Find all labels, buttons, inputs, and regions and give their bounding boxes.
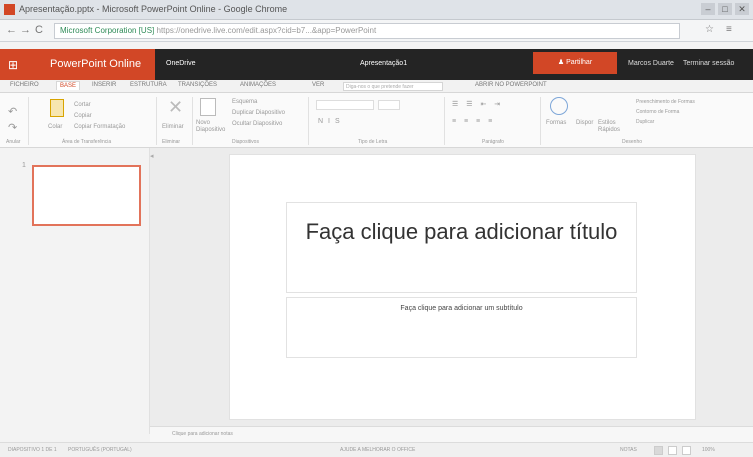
tab-home[interactable]: BASE [56, 81, 81, 90]
document-title[interactable]: Apresentação1 [360, 60, 407, 67]
forward-icon[interactable]: → [20, 24, 31, 36]
language-label: PORTUGUÊS (PORTUGAL) [68, 447, 132, 453]
paste-icon[interactable] [50, 99, 64, 117]
font-size-select[interactable] [378, 100, 400, 110]
font-family-select[interactable] [316, 100, 374, 110]
new-slide-icon[interactable] [200, 98, 216, 116]
delete-icon[interactable]: ✕ [168, 97, 183, 118]
url-text: https://onedrive.live.com/edit.aspx?cid=… [156, 26, 377, 35]
clipboard-group-label: Área de Transferência [62, 139, 112, 145]
slide-thumbnail[interactable] [32, 165, 141, 226]
copy-button[interactable]: Copiar [74, 113, 92, 119]
browser-toolbar: ← → C Microsoft Corporation [US] https:/… [0, 20, 753, 42]
reload-icon[interactable]: C [35, 24, 43, 36]
tab-transitions[interactable]: TRANSIÇÕES [178, 82, 217, 88]
maximize-button[interactable]: □ [718, 3, 732, 15]
bookmark-star-icon[interactable]: ☆ [705, 24, 714, 35]
format-painter-button[interactable]: Copiar Formatação [74, 124, 125, 130]
paragraph-group-label: Parágrafo [482, 139, 504, 145]
slide-canvas[interactable]: Faça clique para adicionar título Faça c… [229, 154, 696, 420]
divider [28, 97, 29, 145]
notes-toggle[interactable]: NOTAS [620, 447, 637, 453]
list-buttons[interactable]: ☰ ☰ ⇤ ⇥ [452, 100, 503, 108]
ribbon-tabs: FICHEIRO BASE INSERIR ESTRUTURA TRANSIÇÕ… [0, 80, 753, 93]
font-format-buttons[interactable]: NIS [318, 118, 345, 125]
tab-insert[interactable]: INSERIR [92, 82, 116, 88]
reading-view-icon[interactable] [668, 446, 677, 455]
app-brand: ⊞ PowerPoint Online [0, 49, 155, 80]
slide-number: 1 [22, 162, 26, 169]
slide-thumbnail-pane: 1 [0, 148, 150, 434]
zoom-level[interactable]: 100% [702, 447, 715, 453]
tell-me-input[interactable]: Diga-nos o que pretende fazer [343, 82, 443, 91]
address-bar[interactable]: Microsoft Corporation [US] https://onedr… [54, 23, 680, 39]
open-in-desktop-button[interactable]: ABRIR NO POWERPOINT [475, 82, 547, 88]
app-name[interactable]: PowerPoint Online [50, 58, 141, 70]
browser-title-bar: Apresentação.pptx - Microsoft PowerPoint… [0, 0, 753, 20]
duplicate-slide-button[interactable]: Duplicar Diapositivo [232, 110, 285, 116]
drawing-group-label: Desenho [622, 139, 643, 145]
divider [444, 97, 445, 145]
secure-site-label: Microsoft Corporation [US] [60, 26, 155, 35]
window-controls: – □ ✕ [701, 3, 749, 15]
shapes-button[interactable]: Formas [546, 120, 566, 126]
slide-count: DIAPOSITIVO 1 DE 1 [8, 447, 57, 453]
collapse-pane-icon[interactable]: ◂ [150, 152, 154, 160]
onedrive-link[interactable]: OneDrive [166, 60, 196, 67]
delete-label[interactable]: Eliminar [162, 124, 184, 130]
delete-group-label: Eliminar [162, 139, 181, 145]
close-button[interactable]: ✕ [735, 3, 749, 15]
user-name[interactable]: Marcos Duarte [628, 60, 674, 67]
back-icon[interactable]: ← [6, 24, 17, 36]
powerpoint-favicon-icon [4, 4, 15, 15]
new-slide-button[interactable]: Novo Diapositivo [196, 120, 225, 134]
divider [192, 97, 193, 145]
subtitle-placeholder[interactable]: Faça clique para adicionar um subtítulo [286, 297, 637, 358]
divider [156, 97, 157, 145]
layout-button[interactable]: Esquema [232, 99, 257, 105]
slides-group-label: Diapositivos [232, 139, 259, 145]
status-bar: DIAPOSITIVO 1 DE 1 PORTUGUÊS (PORTUGAL) … [0, 442, 753, 457]
browser-menu-icon[interactable]: ≡ [726, 24, 732, 35]
ribbon: ↶ ↷ Anular Colar Cortar Copiar Copiar Fo… [0, 93, 753, 148]
notes-placeholder: Clique para adicionar notas [172, 431, 233, 437]
share-button[interactable]: ♟ Partilhar [533, 52, 617, 74]
normal-view-icon[interactable] [654, 446, 663, 455]
sign-out-link[interactable]: Terminar sessão [683, 60, 734, 67]
hide-slide-button[interactable]: Ocultar Diapositivo [232, 121, 282, 127]
tab-design[interactable]: ESTRUTURA [130, 82, 167, 88]
person-icon: ♟ [557, 59, 567, 66]
tab-animations[interactable]: ANIMAÇÕES [240, 82, 276, 88]
minimize-button[interactable]: – [701, 3, 715, 15]
shape-fill-button[interactable]: Preenchimento de Formas [636, 99, 695, 105]
office-header: ⊞ PowerPoint Online OneDrive Apresentaçã… [0, 49, 753, 80]
share-label: Partilhar [566, 59, 593, 66]
quick-styles-button[interactable]: Estilos Rápidos [598, 120, 622, 134]
duplicate-shape-button[interactable]: Duplicar [636, 119, 654, 125]
notes-pane[interactable]: Clique para adicionar notas [150, 426, 753, 442]
arrange-button[interactable]: Dispor [576, 120, 593, 126]
divider [308, 97, 309, 145]
tab-view[interactable]: VER [312, 82, 324, 88]
cut-button[interactable]: Cortar [74, 102, 91, 108]
shapes-icon[interactable] [550, 97, 568, 115]
undo-icon[interactable]: ↶ [8, 105, 17, 118]
font-group-label: Tipo de Letra [358, 139, 388, 145]
align-buttons[interactable]: ≡ ≡ ≡ ≡ [452, 118, 495, 125]
title-placeholder[interactable]: Faça clique para adicionar título [286, 202, 637, 293]
shape-outline-button[interactable]: Contorno de Forma [636, 109, 679, 115]
tab-file[interactable]: FICHEIRO [10, 82, 39, 88]
divider [540, 97, 541, 145]
redo-icon[interactable]: ↷ [8, 121, 17, 134]
help-improve-link[interactable]: AJUDE A MELHORAR O OFFICE [340, 447, 415, 453]
window-title: Apresentação.pptx - Microsoft PowerPoint… [19, 4, 288, 14]
undo-group-label: Anular [6, 139, 21, 145]
app-launcher-icon[interactable]: ⊞ [8, 58, 18, 72]
paste-label[interactable]: Colar [48, 124, 62, 130]
slideshow-icon[interactable] [682, 446, 691, 455]
